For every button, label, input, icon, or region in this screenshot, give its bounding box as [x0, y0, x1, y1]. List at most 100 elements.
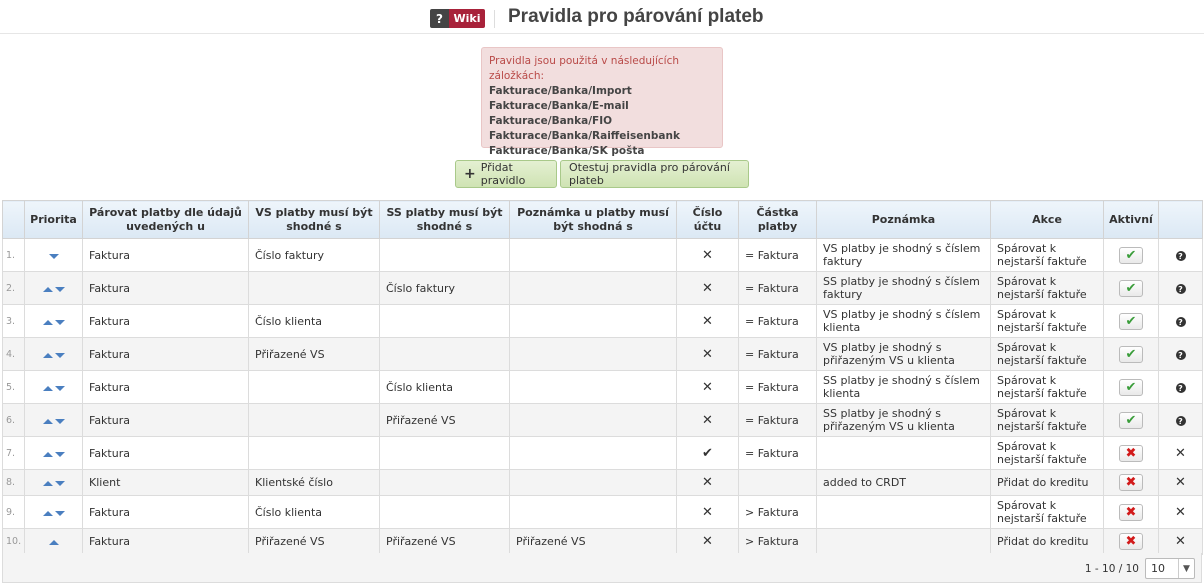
help-icon[interactable]: ?: [1175, 350, 1186, 360]
move-down-icon[interactable]: [54, 385, 65, 391]
row-tool-cell: ?: [1158, 271, 1203, 305]
col-header-pair-by[interactable]: Párovat platby dle údajů uvedených u: [82, 200, 249, 239]
help-icon[interactable]: ?: [1175, 416, 1186, 426]
row-tool-cell: ?: [1158, 403, 1203, 437]
active-toggle-cross-icon[interactable]: ✖: [1119, 444, 1143, 462]
col-header-active[interactable]: Aktivní: [1103, 200, 1159, 239]
add-rule-button[interactable]: + Přidat pravidlo: [455, 160, 557, 188]
delete-icon[interactable]: ✕: [1175, 505, 1186, 520]
move-down-icon[interactable]: [48, 253, 59, 259]
help-icon[interactable]: ?: [1175, 317, 1186, 327]
col-header-action[interactable]: Akce: [990, 200, 1104, 239]
wiki-button[interactable]: ? Wiki: [430, 9, 485, 28]
note-cell: SS platby je shodný s číslem klienta: [816, 370, 991, 404]
delete-icon[interactable]: ✕: [1175, 446, 1186, 461]
col-header-amount[interactable]: Částka platby: [738, 200, 817, 239]
row-number: 10.: [2, 528, 25, 555]
amount-cell: > Faktura: [738, 495, 817, 529]
plus-icon: +: [464, 166, 476, 182]
ss-cell: [379, 436, 510, 470]
help-icon[interactable]: ?: [1175, 284, 1186, 294]
active-toggle-cross-icon[interactable]: ✖: [1119, 533, 1143, 550]
move-up-icon[interactable]: [42, 451, 53, 457]
move-down-icon[interactable]: [54, 418, 65, 424]
pair-by-cell: Faktura: [82, 528, 249, 555]
help-icon[interactable]: ?: [1175, 383, 1186, 393]
active-toggle-check-icon[interactable]: ✔: [1119, 411, 1143, 429]
delete-icon[interactable]: ✕: [1175, 534, 1186, 549]
active-toggle-check-icon[interactable]: ✔: [1119, 246, 1143, 264]
vs-cell: [248, 370, 380, 404]
move-up-icon[interactable]: [42, 418, 53, 424]
cross-icon: ✕: [702, 504, 713, 520]
cross-icon: ✕: [702, 534, 713, 549]
ss-cell: Přiřazené VS: [379, 528, 510, 555]
move-down-icon[interactable]: [54, 481, 65, 486]
active-toggle-check-icon[interactable]: ✔: [1119, 345, 1143, 363]
active-cell: ✔: [1103, 271, 1159, 305]
move-up-icon[interactable]: [42, 319, 53, 325]
cross-icon: ✕: [702, 475, 713, 490]
help-icon[interactable]: ?: [1175, 251, 1186, 261]
move-up-icon[interactable]: [42, 385, 53, 391]
move-up-icon[interactable]: [42, 286, 53, 292]
ss-cell: [379, 304, 510, 338]
col-header-account[interactable]: Číslo účtu: [676, 200, 739, 239]
notice-tab-item: Fakturace/Banka/Raiffeisenbank: [489, 130, 680, 142]
col-header-note-match[interactable]: Poznámka u platby musí být shodná s: [509, 200, 677, 239]
priority-cell: [24, 495, 83, 529]
rules-table-wrap: Priorita Párovat platby dle údajů uveden…: [2, 200, 1203, 555]
move-down-icon[interactable]: [54, 510, 65, 516]
active-toggle-check-icon[interactable]: ✔: [1119, 312, 1143, 330]
table-row: 1. Faktura Číslo faktury ✕ = Faktura VS platb…: [2, 238, 1203, 272]
table-row: 4. Faktura Přiřazené VS ✕ = Faktura VS platby…: [2, 337, 1203, 371]
account-cell: ✕: [676, 370, 739, 404]
pair-by-cell: Faktura: [82, 403, 249, 437]
note-match-cell: Přiřazené VS: [509, 528, 677, 555]
active-toggle-cross-icon[interactable]: ✖: [1119, 474, 1143, 491]
note-match-cell: [509, 370, 677, 404]
page-size-select[interactable]: 10 ▼: [1145, 558, 1195, 579]
pair-by-cell: Faktura: [82, 337, 249, 371]
active-toggle-check-icon[interactable]: ✔: [1119, 378, 1143, 396]
move-up-icon[interactable]: [48, 540, 59, 545]
note-cell: [816, 495, 991, 529]
table-footer: 1 - 10 / 10 10 ▼: [2, 553, 1202, 583]
page-header: ? Wiki Pravidla pro párování plateb: [0, 0, 1204, 34]
move-up-icon[interactable]: [42, 481, 53, 486]
delete-icon[interactable]: ✕: [1175, 475, 1186, 490]
move-up-icon[interactable]: [42, 352, 53, 358]
pair-by-cell: Faktura: [82, 495, 249, 529]
amount-cell: = Faktura: [738, 238, 817, 272]
move-down-icon[interactable]: [54, 451, 65, 457]
move-down-icon[interactable]: [54, 352, 65, 358]
active-toggle-cross-icon[interactable]: ✖: [1119, 503, 1143, 521]
rules-table: Priorita Párovat platby dle údajů uveden…: [2, 200, 1203, 555]
col-header-note[interactable]: Poznámka: [816, 200, 991, 239]
note-match-cell: [509, 238, 677, 272]
vs-cell: Klientské číslo: [248, 469, 380, 496]
test-rules-button[interactable]: Otestuj pravidla pro párování plateb: [560, 160, 749, 188]
note-match-cell: [509, 337, 677, 371]
col-header-priority[interactable]: Priorita: [24, 200, 83, 239]
ss-cell: [379, 337, 510, 371]
account-cell: ✕: [676, 271, 739, 305]
priority-cell: [24, 469, 83, 496]
col-header-vs[interactable]: VS platby musí být shodné s: [248, 200, 380, 239]
ss-cell: Přiřazené VS: [379, 403, 510, 437]
move-up-icon[interactable]: [42, 510, 53, 516]
row-number: 1.: [2, 238, 25, 272]
col-header-ss[interactable]: SS platby musí být shodné s: [379, 200, 510, 239]
move-down-icon[interactable]: [54, 286, 65, 292]
help-question-icon: ?: [430, 9, 449, 28]
cross-icon: ✕: [702, 412, 713, 428]
amount-cell: = Faktura: [738, 370, 817, 404]
note-cell: VS platby je shodný s přiřazeným VS u kl…: [816, 337, 991, 371]
account-cell: ✕: [676, 469, 739, 496]
move-down-icon[interactable]: [54, 319, 65, 325]
active-cell: ✖: [1103, 469, 1159, 496]
priority-cell: [24, 436, 83, 470]
cross-icon: ✕: [702, 379, 713, 395]
wiki-label: Wiki: [449, 9, 485, 28]
active-toggle-check-icon[interactable]: ✔: [1119, 279, 1143, 297]
